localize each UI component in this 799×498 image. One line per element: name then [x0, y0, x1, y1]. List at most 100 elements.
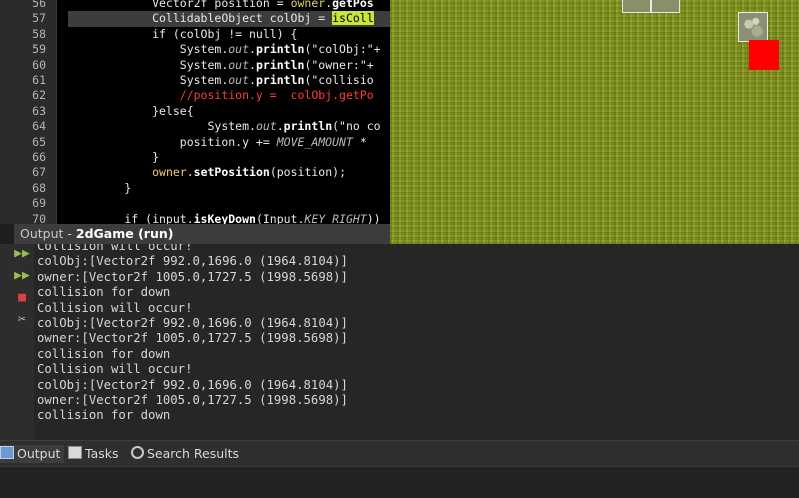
code-token: (Input.: [255, 211, 305, 224]
tab-tasks-label: Tasks: [85, 446, 119, 461]
code-token: KEY_RIGHT: [304, 211, 367, 224]
tab-tasks[interactable]: Tasks: [68, 445, 119, 463]
code-text[interactable]: CollidableObject colObj = isColl: [69, 11, 374, 26]
code-line[interactable]: 59 System.out.println("colObj:"+: [0, 42, 390, 57]
tab-search-results[interactable]: Search Results: [131, 445, 239, 463]
line-number: 59: [32, 42, 46, 57]
tools-icon[interactable]: ✂: [14, 312, 30, 328]
line-number: 69: [32, 196, 46, 211]
code-text[interactable]: if (input.isKeyDown(Input.KEY_RIGHT)): [69, 211, 380, 224]
code-text[interactable]: //position.y = colObj.getPo: [69, 88, 374, 103]
tile-sprite: [622, 0, 651, 13]
tab-output[interactable]: Output: [0, 445, 65, 463]
line-number: 67: [32, 165, 46, 180]
line-number: 62: [32, 88, 46, 103]
code-token: ("owner:"+: [304, 57, 374, 72]
search-icon: [131, 446, 144, 459]
code-token: println: [283, 119, 333, 134]
line-number: 57: [32, 11, 46, 26]
stop-icon[interactable]: ■: [14, 290, 30, 306]
output-line: colObj:[Vector2f 992.0,1696.0 (1964.8104…: [37, 316, 348, 331]
code-line[interactable]: 62 //position.y = colObj.getPo: [0, 88, 390, 103]
code-token: System.: [69, 73, 229, 87]
code-line[interactable]: 60 System.out.println("owner:"+: [0, 58, 390, 73]
output-text[interactable]: Collision will occur! colObj:[Vector2f 99…: [37, 244, 348, 424]
code-token: setPosition: [193, 165, 270, 180]
code-line[interactable]: 58 if (colObj != null) {: [0, 27, 390, 42]
code-text[interactable]: if (colObj != null) {: [69, 27, 297, 42]
code-token: .: [249, 57, 256, 72]
output-line: collision for down: [37, 346, 171, 361]
output-title-prefix: Output -: [20, 226, 76, 241]
tile-sprite: [651, 0, 680, 13]
code-line[interactable]: 68 }: [0, 181, 390, 196]
line-number: 58: [32, 26, 46, 41]
line-number: 60: [32, 57, 46, 72]
code-text[interactable]: }else{: [69, 104, 194, 119]
code-token: ("colObj:"+: [304, 42, 381, 57]
code-token: MOVE_AMOUNT: [276, 134, 353, 149]
code-token: if (colObj != null) {: [69, 26, 298, 41]
code-line[interactable]: 64 System.out.println("no co: [0, 119, 390, 134]
code-editor[interactable]: 56 Vector2f position = owner.getPos 57 Co…: [0, 0, 390, 224]
output-toolbar: ▶▶ ▶▶ ■ ✂: [0, 244, 34, 440]
tasks-icon: [68, 446, 82, 459]
code-line[interactable]: 61 System.out.println("collisio: [0, 73, 390, 88]
code-token: isKeyDown: [193, 211, 256, 224]
code-line[interactable]: 57 CollidableObject colObj = isColl: [0, 11, 390, 27]
code-text[interactable]: }: [69, 181, 131, 196]
output-line: owner:[Vector2f 1005.0,1727.5 (1998.5698…: [37, 269, 348, 284]
code-token: (position);: [269, 165, 346, 180]
output-title: Output - 2dGame (run): [20, 226, 173, 241]
code-token: }: [69, 180, 132, 195]
rerun-with-params-icon[interactable]: ▶▶: [14, 268, 30, 284]
code-line[interactable]: 70 if (input.isKeyDown(Input.KEY_RIGHT)): [0, 212, 390, 224]
code-token: }else{: [69, 103, 194, 118]
code-text[interactable]: owner.setPosition(position);: [69, 165, 346, 180]
output-line: Collision will occur!: [37, 362, 193, 377]
code-token: }: [69, 150, 160, 164]
code-text[interactable]: }: [69, 150, 159, 165]
line-number: 66: [32, 150, 46, 164]
code-token: println: [255, 57, 305, 72]
code-token: .: [186, 165, 194, 180]
output-line: Collision will occur!: [37, 300, 193, 315]
output-title-project: 2dGame (run): [75, 226, 174, 241]
rerun-icon[interactable]: ▶▶: [14, 246, 30, 262]
player-block: [749, 40, 779, 70]
code-token: println: [255, 73, 305, 87]
code-token: //position.y = colObj.getPo: [69, 88, 374, 103]
code-token: *: [352, 134, 367, 149]
output-line: collision for down: [37, 285, 171, 300]
code-text[interactable]: position.y += MOVE_AMOUNT *: [69, 135, 367, 150]
code-line[interactable]: 65 position.y += MOVE_AMOUNT *: [0, 135, 390, 150]
code-text[interactable]: System.out.println("collisio: [69, 73, 374, 88]
code-text[interactable]: System.out.println("colObj:"+: [69, 42, 381, 57]
code-line[interactable]: 66 }: [0, 150, 390, 165]
tab-search-label: Search Results: [147, 446, 240, 461]
status-bar: [0, 466, 799, 498]
code-token: owner: [290, 0, 326, 10]
code-line[interactable]: 63 }else{: [0, 104, 390, 119]
bottom-tab-bar: Output Tasks Search Results: [0, 440, 799, 467]
code-token: CollidableObject colObj =: [69, 11, 333, 26]
code-line[interactable]: 67 owner.setPosition(position);: [0, 165, 390, 180]
output-line: colObj:[Vector2f 992.0,1696.0 (1964.8104…: [37, 377, 348, 392]
code-text[interactable]: Vector2f position = owner.getPos: [69, 0, 374, 11]
code-token: if (input.: [69, 211, 194, 224]
code-token: System.: [69, 57, 229, 72]
code-token: System.: [69, 119, 256, 134]
code-line[interactable]: 56 Vector2f position = owner.getPos: [0, 0, 390, 11]
code-token: Vector2f position =: [69, 0, 291, 10]
line-number: 64: [32, 119, 46, 134]
output-panel-header[interactable]: Output - 2dGame (run): [14, 224, 390, 245]
code-text[interactable]: System.out.println("no co: [69, 119, 380, 134]
code-line[interactable]: 69: [0, 196, 390, 211]
output-line: owner:[Vector2f 1005.0,1727.5 (1998.5698…: [37, 393, 348, 408]
output-line: owner:[Vector2f 1005.0,1727.5 (1998.5698…: [37, 331, 348, 346]
code-text[interactable]: System.out.println("owner:"+: [69, 58, 374, 73]
code-token: .: [249, 73, 256, 87]
line-number: 70: [32, 211, 46, 224]
output-line: Collision will occur!: [37, 244, 193, 253]
